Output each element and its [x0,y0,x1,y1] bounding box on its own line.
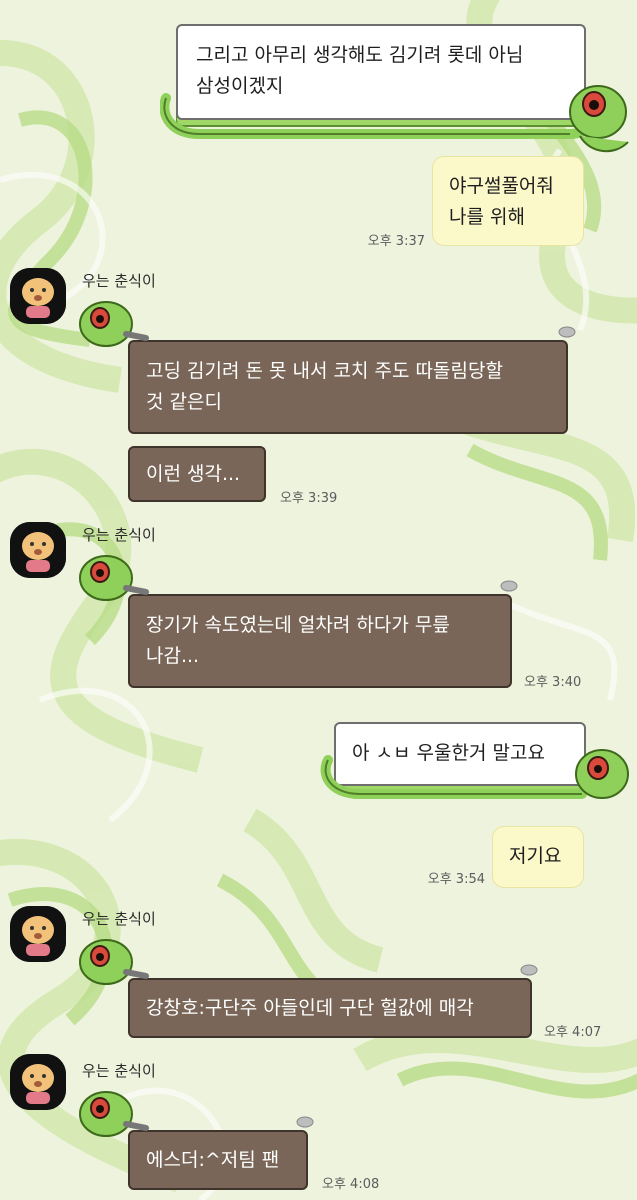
message-time: 오후 3:39 [280,491,338,506]
crying-chunsik-avatar-icon[interactable] [10,522,66,578]
message-time: 오후 3:54 [427,872,485,887]
crying-chunsik-avatar-icon[interactable] [10,1054,66,1110]
green-slime-sticker-icon [160,85,629,153]
message-text: 에스더:^저팀 팬 [146,1149,280,1171]
message-time: 오후 3:37 [367,234,425,249]
green-slime-sticker-icon [320,749,629,799]
message-text: 야구썰풀어줘 나를 위해 [449,175,554,228]
message-text: 강창호:구단주 아들인데 구단 헐값에 매각 [146,997,474,1019]
incoming-message-bubble[interactable]: 장기가 속도였는데 얼차려 하다가 무릎 나감... [128,594,512,688]
pebble-icon [558,326,576,338]
message-text: 장기가 속도였는데 얼차려 하다가 무릎 나감... [146,614,450,667]
green-slime-sticker-icon [79,1091,149,1137]
outgoing-message-bubble[interactable]: 야구썰풀어줘 나를 위해 [432,156,584,246]
green-slime-sticker-icon [79,555,149,601]
incoming-message-bubble[interactable]: 이런 생각... [128,446,266,502]
sender-name: 우는 춘식이 [82,526,156,544]
crying-chunsik-avatar-icon[interactable] [10,906,66,962]
incoming-message-bubble[interactable]: 강창호:구단주 아들인데 구단 헐값에 매각 [128,978,532,1038]
crying-chunsik-avatar-icon[interactable] [10,268,66,324]
incoming-message-bubble[interactable]: 고딩 김기려 돈 못 내서 코치 주도 따돌림당할 것 같은디 [128,340,568,434]
message-time: 오후 4:07 [544,1025,602,1040]
message-time: 오후 4:08 [322,1177,380,1192]
message-time: 오후 3:40 [524,675,582,690]
sender-name: 우는 춘식이 [82,910,156,928]
message-text: 고딩 김기려 돈 못 내서 코치 주도 따돌림당할 것 같은디 [146,360,503,413]
pebble-icon [296,1116,314,1128]
message-text: 저기요 [509,845,562,867]
sender-name: 우는 춘식이 [82,272,156,290]
pebble-icon [500,580,518,592]
message-text: 이런 생각... [146,463,241,485]
sender-name: 우는 춘식이 [82,1062,156,1080]
pebble-icon [520,964,538,976]
green-slime-sticker-icon [79,939,149,985]
outgoing-message-bubble[interactable]: 저기요 [492,826,584,888]
green-slime-sticker-icon [79,301,149,347]
